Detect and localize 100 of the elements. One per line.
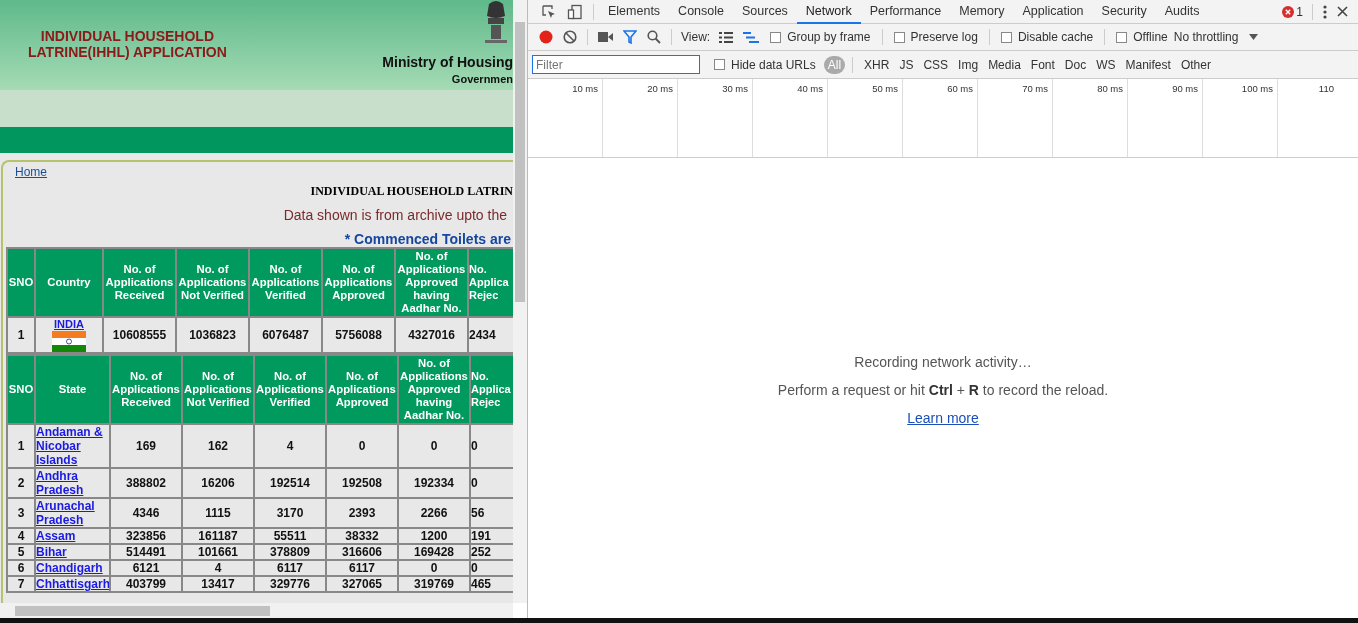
resource-type-filter[interactable]: Other xyxy=(1176,55,1215,74)
resource-type-filter[interactable]: Img xyxy=(954,55,983,74)
column-header: No. of Applications Approved having Aadhar No. xyxy=(399,356,469,423)
view-label: View: xyxy=(681,30,711,44)
table-cell: 56 xyxy=(471,499,513,527)
table-cell: 4 xyxy=(8,529,34,543)
state-link[interactable]: Arunachal Pradesh xyxy=(36,499,109,527)
column-header: No. of Applications Verified xyxy=(255,356,325,423)
table-cell: 6117 xyxy=(327,561,397,575)
vertical-scrollbar[interactable] xyxy=(513,0,527,603)
devtools-tab[interactable]: Elements xyxy=(599,0,670,24)
timeline-tick: 50 ms xyxy=(872,83,898,94)
table-cell: 162 xyxy=(183,425,253,467)
state-link[interactable]: Assam xyxy=(36,529,109,543)
report-title: INDIVIDUAL HOUSEHOLD LATRIN xyxy=(309,184,513,199)
column-header: No. of Applications Approved xyxy=(327,356,397,423)
resource-type-filter[interactable]: Manifest xyxy=(1121,55,1175,74)
state-link[interactable]: Bihar xyxy=(36,545,109,559)
option-checkbox[interactable]: Group by frame xyxy=(770,30,871,44)
table-cell: 192514 xyxy=(255,469,325,497)
list-view-icon[interactable] xyxy=(719,31,734,43)
table-cell: 169 xyxy=(111,425,181,467)
table-cell: 161187 xyxy=(183,529,253,543)
table-cell: 1036823 xyxy=(177,318,248,352)
table-cell: 0 xyxy=(327,425,397,467)
record-icon[interactable] xyxy=(539,30,553,44)
resource-type-filter[interactable]: Media xyxy=(984,55,1025,74)
resource-type-filter[interactable]: WS xyxy=(1092,55,1120,74)
table-cell: 10608555 xyxy=(104,318,175,352)
close-icon[interactable] xyxy=(1337,6,1348,17)
table-cell: 192508 xyxy=(327,469,397,497)
filter-field[interactable]: Filter xyxy=(532,55,700,74)
hide-data-urls-checkbox[interactable]: Hide data URLs xyxy=(714,57,816,72)
resource-type-filter[interactable]: Doc xyxy=(1060,55,1091,74)
table-cell: 514491 xyxy=(111,545,181,559)
state-link[interactable]: Andaman & Nicobar Islands xyxy=(36,425,109,467)
option-checkbox[interactable]: Offline xyxy=(1116,30,1168,44)
throttling-dropdown[interactable]: No throttling xyxy=(1173,30,1239,44)
state-link[interactable]: Chhattisgarh xyxy=(36,577,109,591)
table-cell: 388802 xyxy=(111,469,181,497)
column-header: No. of Applications Not Verified xyxy=(183,356,253,423)
commenced-note: * Commenced Toilets are xyxy=(343,231,512,247)
table-cell: 2 xyxy=(8,469,34,497)
table-cell: 5756088 xyxy=(323,318,394,352)
error-icon xyxy=(1282,5,1295,18)
table-cell: 329776 xyxy=(255,577,325,591)
resource-type-filter[interactable]: Font xyxy=(1026,55,1059,74)
site-title: INDIVIDUAL HOUSEHOLD LATRINE(IHHL) APPLICATION xyxy=(27,27,227,62)
table-cell: 1115 xyxy=(183,499,253,527)
state-link[interactable]: Chandigarh xyxy=(36,561,109,575)
filter-icon[interactable] xyxy=(623,30,637,44)
flag-icon xyxy=(52,331,86,352)
table-cell: 465 xyxy=(471,577,513,591)
table-cell: 4 xyxy=(255,425,325,467)
column-header: No. of Applications Verified xyxy=(250,249,321,316)
devtools-tab[interactable]: Application xyxy=(1013,0,1093,24)
devtools-tab[interactable]: Memory xyxy=(950,0,1014,24)
resource-type-filter[interactable]: XHR xyxy=(860,55,894,74)
table-cell: 4 xyxy=(183,561,253,575)
table-cell: 319769 xyxy=(399,577,469,591)
video-camera-icon[interactable] xyxy=(598,32,613,42)
resource-type-filter[interactable]: JS xyxy=(895,55,918,74)
devtools-tab[interactable]: Performance xyxy=(860,0,951,24)
devtools-tab[interactable]: Sources xyxy=(733,0,797,24)
resource-type-filter[interactable]: CSS xyxy=(919,55,953,74)
home-link[interactable]: Home xyxy=(15,165,47,179)
table-cell: 191 xyxy=(471,529,513,543)
timeline-tick: 20 ms xyxy=(647,83,673,94)
table-cell: 378809 xyxy=(255,545,325,559)
table-cell: 3170 xyxy=(255,499,325,527)
column-header: State xyxy=(36,356,109,423)
more-menu-icon[interactable] xyxy=(1323,4,1327,19)
table-cell: 5 xyxy=(8,545,34,559)
column-header: SNO xyxy=(8,356,34,423)
table-cell: 4327016 xyxy=(396,318,467,352)
state-link[interactable]: Andhra Pradesh xyxy=(36,469,109,497)
waterfall-view-icon[interactable] xyxy=(743,31,760,43)
learn-more-link[interactable]: Learn more xyxy=(907,410,979,426)
device-toggle-icon[interactable] xyxy=(567,3,583,20)
dropdown-caret-icon[interactable] xyxy=(1249,34,1259,40)
table-cell: 1200 xyxy=(399,529,469,543)
government-label: Governmen xyxy=(451,73,513,85)
table-cell: 403799 xyxy=(111,577,181,591)
option-checkbox[interactable]: Disable cache xyxy=(1000,30,1094,44)
option-checkbox[interactable]: Preserve log xyxy=(893,30,978,44)
timeline-tick: 70 ms xyxy=(1022,83,1048,94)
timeline-tick: 100 ms xyxy=(1241,83,1273,94)
table-cell: 0 xyxy=(471,561,513,575)
devtools-tab[interactable]: Audits xyxy=(1155,0,1209,24)
devtools-tab[interactable]: Console xyxy=(669,0,733,24)
search-icon[interactable] xyxy=(647,30,661,44)
table-cell: 1 xyxy=(8,318,34,352)
error-counter[interactable]: 1 xyxy=(1282,4,1303,19)
clear-icon[interactable] xyxy=(563,30,577,44)
horizontal-scrollbar[interactable] xyxy=(0,603,513,618)
table-cell: 13417 xyxy=(183,577,253,591)
table-cell: 0 xyxy=(399,561,469,575)
inspect-cursor-icon[interactable] xyxy=(541,3,557,20)
devtools-tab[interactable]: Security xyxy=(1092,0,1156,24)
column-header: No. of Applications Approved having Aadhar No. xyxy=(396,249,467,316)
